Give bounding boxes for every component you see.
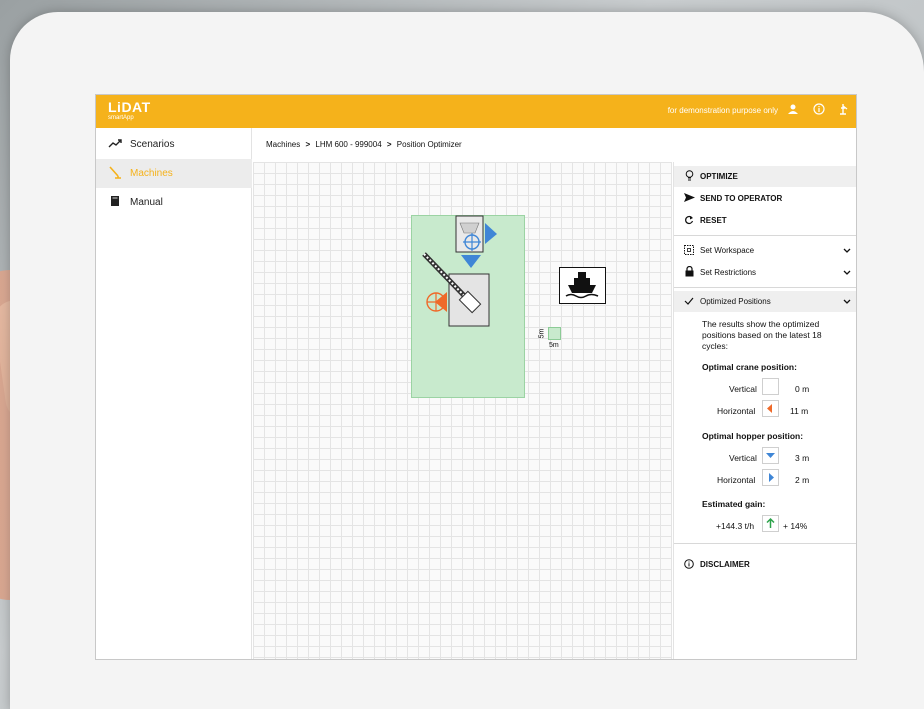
ship-icon	[565, 272, 599, 299]
tablet-frame: LiDAT smartApp for demonstration purpose…	[10, 12, 924, 709]
trend-icon	[100, 138, 130, 151]
crane-vertical-indicator	[762, 378, 779, 395]
crane-icon	[100, 165, 130, 182]
crane-vertical-label: Vertical	[729, 384, 757, 394]
sidebar-item-label: Scenarios	[130, 139, 175, 150]
divider	[674, 543, 856, 544]
hopper-vertical-value: 3 m	[795, 453, 810, 463]
optimized-positions-section[interactable]: Optimized Positions	[674, 291, 856, 312]
app-logo: LiDAT	[108, 99, 151, 115]
set-workspace-section[interactable]: Set Workspace	[674, 240, 856, 261]
demo-note: for demonstration purpose only	[667, 106, 778, 115]
set-restrictions-section[interactable]: Set Restrictions	[674, 262, 856, 283]
scale-label-vertical: 5m	[538, 328, 546, 339]
right-panel: OPTIMIZE SEND TO OPERATOR RESET Set Work…	[673, 162, 856, 659]
lightbulb-icon	[678, 170, 700, 183]
optimize-label: OPTIMIZE	[700, 172, 738, 181]
info-icon[interactable]	[812, 103, 826, 117]
user-icon[interactable]	[786, 103, 800, 117]
crane-horizontal-label: Horizontal	[717, 406, 756, 416]
chevron-down-icon	[843, 246, 851, 255]
app-logo-sub: smartApp	[108, 115, 134, 121]
top-bar: LiDAT smartApp for demonstration purpose…	[96, 95, 856, 128]
send-label: SEND TO OPERATOR	[700, 194, 783, 203]
disclaimer-button[interactable]: DISCLAIMER	[674, 554, 856, 575]
arrow-up-green-icon	[766, 517, 775, 528]
sidebar: Scenarios Machines Manual	[96, 128, 252, 659]
crane-marker[interactable]	[414, 250, 494, 330]
hopper-horizontal-indicator	[762, 469, 779, 486]
book-icon	[100, 195, 130, 210]
breadcrumb-machine[interactable]: LHM 600 - 999004	[315, 140, 381, 149]
workspace-icon	[678, 244, 700, 257]
set-workspace-label: Set Workspace	[700, 246, 755, 255]
crane-position-title: Optimal crane position:	[702, 362, 797, 372]
send-to-operator-button[interactable]: SEND TO OPERATOR	[674, 188, 856, 209]
divider	[674, 287, 856, 288]
breadcrumb-current: Position Optimizer	[396, 140, 462, 149]
chevron-down-icon	[843, 297, 851, 306]
scale-label-horizontal: 5m	[549, 342, 559, 349]
hopper-vertical-label: Vertical	[729, 453, 757, 463]
lock-icon	[678, 265, 700, 279]
hopper-horizontal-label: Horizontal	[717, 475, 756, 485]
sidebar-item-machines[interactable]: Machines	[96, 159, 252, 188]
info-circle-icon	[678, 558, 700, 571]
breadcrumb-machines[interactable]: Machines	[266, 140, 300, 149]
disclaimer-label: DISCLAIMER	[700, 560, 750, 569]
hopper-position-title: Optimal hopper position:	[702, 431, 804, 441]
estimated-gain-title: Estimated gain:	[702, 499, 766, 509]
reset-button[interactable]: RESET	[674, 210, 856, 231]
arrow-left-orange-icon	[767, 404, 772, 413]
breadcrumb-separator: >	[305, 140, 311, 149]
gain-value: +144.3 t/h	[716, 521, 755, 531]
set-restrictions-label: Set Restrictions	[700, 268, 757, 277]
results-intro: The results show the optimized positions…	[702, 319, 822, 351]
arrow-right-blue-icon	[769, 473, 774, 482]
breadcrumb-separator: >	[386, 140, 392, 149]
send-icon	[678, 193, 700, 204]
breadcrumb: Machines > LHM 600 - 999004 > Position O…	[266, 140, 462, 149]
arrow-down-blue-icon	[766, 453, 775, 458]
sidebar-item-manual[interactable]: Manual	[96, 188, 252, 217]
reset-icon	[678, 215, 700, 227]
crane-horizontal-value: 11 m	[790, 406, 809, 416]
scale-square	[548, 327, 561, 340]
optimized-positions-label: Optimized Positions	[700, 297, 771, 306]
crane-vertical-value: 0 m	[795, 384, 810, 394]
check-icon	[678, 297, 700, 307]
hopper-horizontal-value: 2 m	[795, 475, 810, 485]
ship-marker[interactable]	[559, 267, 606, 304]
sidebar-item-label: Machines	[130, 168, 173, 179]
crane-menu-icon[interactable]	[836, 103, 850, 117]
crane-horizontal-indicator	[762, 400, 779, 417]
divider	[674, 235, 856, 236]
chevron-down-icon	[843, 268, 851, 277]
sidebar-item-label: Manual	[130, 197, 163, 208]
gain-percent: + 14%	[783, 521, 808, 531]
hopper-vertical-indicator	[762, 447, 779, 464]
sidebar-item-scenarios[interactable]: Scenarios	[96, 130, 252, 159]
app-screen: LiDAT smartApp for demonstration purpose…	[95, 94, 857, 660]
gain-indicator	[762, 515, 779, 532]
reset-label: RESET	[700, 216, 727, 225]
optimize-button[interactable]: OPTIMIZE	[674, 166, 856, 187]
